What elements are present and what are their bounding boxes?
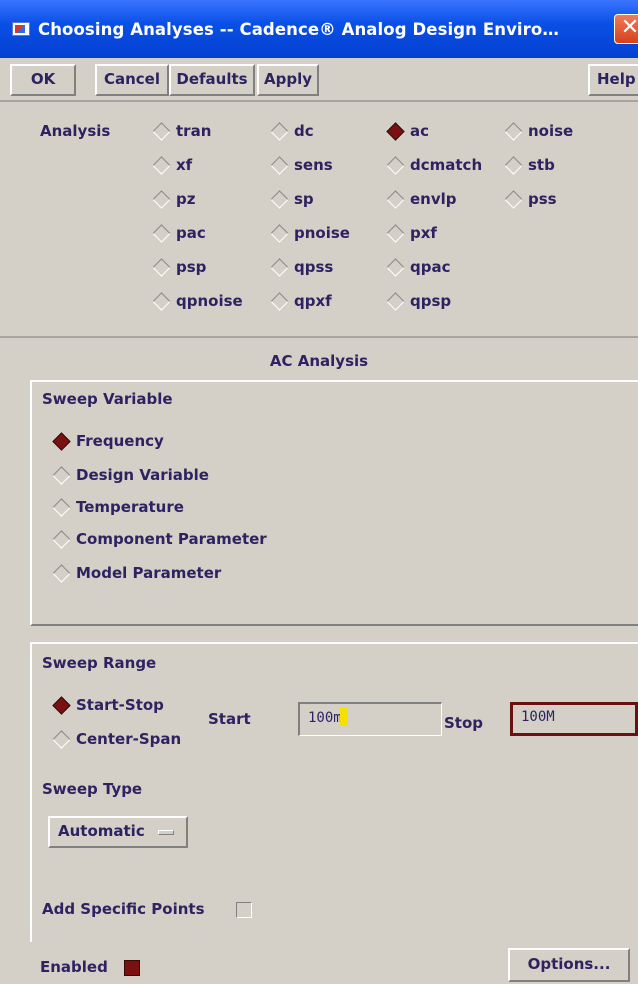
add-specific-points-label: Add Specific Points — [42, 900, 205, 918]
radio-diamond-icon — [386, 291, 405, 311]
radio-diamond-icon — [52, 465, 71, 485]
stop-label: Stop — [444, 714, 484, 732]
defaults-button[interactable]: Defaults — [169, 64, 255, 96]
apply-button[interactable]: Apply — [257, 64, 319, 96]
enabled-checkbox[interactable] — [124, 960, 140, 976]
analysis-radio-pss[interactable]: pss — [504, 189, 557, 209]
radio-diamond-icon — [270, 257, 289, 277]
radio-diamond-icon — [52, 563, 71, 583]
sweep-type-dropdown[interactable]: Automatic — [48, 816, 188, 848]
radio-diamond-icon — [386, 257, 405, 277]
sweep-range-panel: Sweep Range Start-Stop Center-Span Start… — [30, 642, 638, 942]
radio-diamond-icon — [52, 497, 71, 517]
title-bar: Choosing Analyses -- Cadence® Analog Des… — [0, 0, 638, 58]
analysis-radio-pnoise[interactable]: pnoise — [270, 223, 350, 243]
add-specific-points-checkbox[interactable] — [236, 902, 252, 918]
radio-diamond-icon — [270, 291, 289, 311]
radio-diamond-icon — [504, 155, 523, 175]
analysis-radio-qpac[interactable]: qpac — [386, 257, 451, 277]
radio-diamond-icon — [504, 189, 523, 209]
stop-field[interactable]: 100M — [510, 702, 638, 736]
sweep-variable-title: Sweep Variable — [42, 390, 173, 408]
enabled-label: Enabled — [40, 958, 108, 976]
sweep-variable-panel: Sweep Variable Frequency Design Variable… — [30, 380, 638, 626]
sweep-range-center-span[interactable]: Center-Span — [52, 729, 181, 749]
options-button[interactable]: Options... — [508, 948, 630, 982]
start-field[interactable]: 100m — [298, 702, 442, 736]
radio-diamond-icon — [52, 729, 71, 749]
sweep-var-design-variable[interactable]: Design Variable — [52, 465, 209, 485]
analysis-radio-qpss[interactable]: qpss — [270, 257, 333, 277]
analysis-radio-noise[interactable]: noise — [504, 121, 573, 141]
sweep-var-temperature[interactable]: Temperature — [52, 497, 184, 517]
radio-diamond-selected-icon — [52, 695, 71, 715]
analysis-radio-qpsp[interactable]: qpsp — [386, 291, 451, 311]
radio-diamond-icon — [152, 291, 171, 311]
radio-diamond-icon — [504, 121, 523, 141]
analysis-radio-pac[interactable]: pac — [152, 223, 206, 243]
radio-diamond-icon — [386, 155, 405, 175]
radio-diamond-icon — [152, 155, 171, 175]
analysis-radio-qpnoise[interactable]: qpnoise — [152, 291, 243, 311]
close-icon[interactable]: ✕ — [614, 14, 638, 44]
analysis-radio-stb[interactable]: stb — [504, 155, 555, 175]
analysis-radio-xf[interactable]: xf — [152, 155, 192, 175]
sweep-range-title: Sweep Range — [42, 654, 157, 672]
radio-diamond-icon — [386, 223, 405, 243]
sweep-var-component-parameter[interactable]: Component Parameter — [52, 529, 267, 549]
help-button[interactable]: Help — [588, 64, 638, 96]
ac-analysis-title: AC Analysis — [269, 352, 369, 370]
radio-diamond-selected-icon — [386, 121, 405, 141]
analysis-radio-dc[interactable]: dc — [270, 121, 314, 141]
analysis-radio-envlp[interactable]: envlp — [386, 189, 457, 209]
analysis-radio-pz[interactable]: pz — [152, 189, 195, 209]
sweep-type-title: Sweep Type — [42, 780, 143, 798]
analysis-radio-pxf[interactable]: pxf — [386, 223, 437, 243]
radio-diamond-icon — [52, 529, 71, 549]
radio-diamond-icon — [270, 155, 289, 175]
analysis-radio-dcmatch[interactable]: dcmatch — [386, 155, 482, 175]
analysis-radio-qpxf[interactable]: qpxf — [270, 291, 332, 311]
radio-diamond-icon — [270, 223, 289, 243]
app-icon — [12, 22, 30, 36]
radio-diamond-icon — [152, 257, 171, 277]
analysis-label: Analysis — [40, 122, 111, 140]
analysis-radio-ac[interactable]: ac — [386, 121, 429, 141]
radio-diamond-icon — [270, 189, 289, 209]
radio-diamond-icon — [270, 121, 289, 141]
sweep-var-frequency[interactable]: Frequency — [52, 431, 164, 451]
radio-diamond-selected-icon — [52, 431, 71, 451]
sweep-var-model-parameter[interactable]: Model Parameter — [52, 563, 221, 583]
window-title: Choosing Analyses -- Cadence® Analog Des… — [38, 19, 559, 39]
analysis-radio-sens[interactable]: sens — [270, 155, 333, 175]
radio-diamond-icon — [386, 189, 405, 209]
dropdown-indicator-icon — [158, 830, 174, 835]
cancel-button[interactable]: Cancel — [95, 64, 169, 96]
text-cursor-icon — [339, 708, 348, 726]
radio-diamond-icon — [152, 189, 171, 209]
analysis-section: Analysis tran dc ac noise xf sens dcmatc… — [0, 104, 638, 338]
start-label: Start — [208, 710, 251, 728]
analysis-radio-psp[interactable]: psp — [152, 257, 206, 277]
radio-diamond-icon — [152, 223, 171, 243]
ok-button[interactable]: OK — [10, 64, 76, 96]
analysis-radio-sp[interactable]: sp — [270, 189, 314, 209]
radio-diamond-icon — [152, 121, 171, 141]
action-bar: OK Cancel Defaults Apply Help — [0, 58, 638, 102]
analysis-radio-tran[interactable]: tran — [152, 121, 211, 141]
sweep-range-start-stop[interactable]: Start-Stop — [52, 695, 164, 715]
